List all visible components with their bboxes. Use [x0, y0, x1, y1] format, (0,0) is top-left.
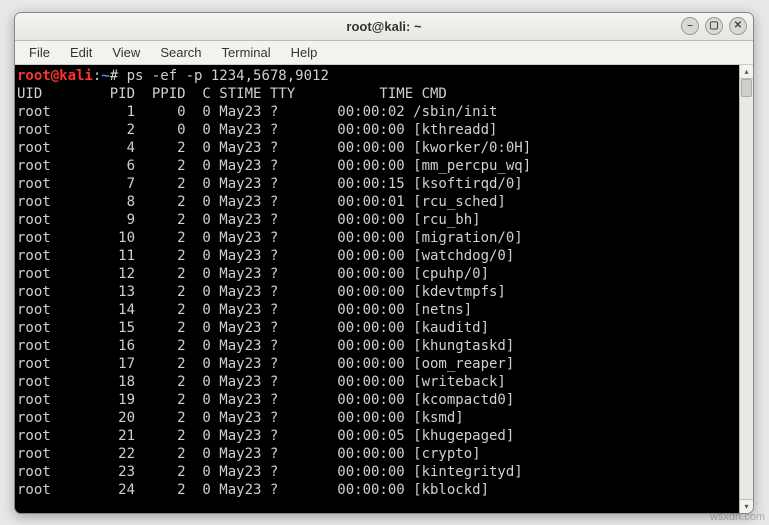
ps-row: root 18 2 0 May23 ? 00:00:00 [writeback]: [17, 373, 737, 391]
ps-row: root 19 2 0 May23 ? 00:00:00 [kcompactd0…: [17, 391, 737, 409]
terminal-output[interactable]: root@kali:~# ps -ef -p 1234,5678,9012UID…: [15, 65, 739, 513]
ps-row: root 2 0 0 May23 ? 00:00:00 [kthreadd]: [17, 121, 737, 139]
ps-row: root 6 2 0 May23 ? 00:00:00 [mm_percpu_w…: [17, 157, 737, 175]
ps-header: UID PID PPID C STIME TTY TIME CMD: [17, 85, 737, 103]
menu-file[interactable]: File: [19, 43, 60, 62]
ps-row: root 11 2 0 May23 ? 00:00:00 [watchdog/0…: [17, 247, 737, 265]
menu-edit[interactable]: Edit: [60, 43, 102, 62]
scroll-down-button[interactable]: ▾: [740, 499, 753, 513]
scroll-up-button[interactable]: ▴: [740, 65, 753, 79]
close-button[interactable]: ✕: [729, 17, 747, 35]
ps-row: root 13 2 0 May23 ? 00:00:00 [kdevtmpfs]: [17, 283, 737, 301]
window-buttons: – ▢ ✕: [681, 17, 747, 35]
ps-row: root 15 2 0 May23 ? 00:00:00 [kauditd]: [17, 319, 737, 337]
ps-row: root 12 2 0 May23 ? 00:00:00 [cpuhp/0]: [17, 265, 737, 283]
window-title: root@kali: ~: [346, 19, 421, 34]
ps-row: root 10 2 0 May23 ? 00:00:00 [migration/…: [17, 229, 737, 247]
prompt-symbol: #: [110, 68, 127, 84]
prompt-command: ps -ef -p 1234,5678,9012: [127, 68, 329, 84]
ps-row: root 16 2 0 May23 ? 00:00:00 [khungtaskd…: [17, 337, 737, 355]
ps-row: root 21 2 0 May23 ? 00:00:05 [khugepaged…: [17, 427, 737, 445]
ps-row: root 9 2 0 May23 ? 00:00:00 [rcu_bh]: [17, 211, 737, 229]
menu-view[interactable]: View: [102, 43, 150, 62]
ps-row: root 8 2 0 May23 ? 00:00:01 [rcu_sched]: [17, 193, 737, 211]
terminal-wrap: root@kali:~# ps -ef -p 1234,5678,9012UID…: [15, 65, 753, 513]
ps-row: root 20 2 0 May23 ? 00:00:00 [ksmd]: [17, 409, 737, 427]
menubar: File Edit View Search Terminal Help: [15, 41, 753, 65]
ps-row: root 17 2 0 May23 ? 00:00:00 [oom_reaper…: [17, 355, 737, 373]
prompt-user: root@kali: [17, 68, 93, 84]
ps-row: root 4 2 0 May23 ? 00:00:00 [kworker/0:0…: [17, 139, 737, 157]
prompt-line: root@kali:~# ps -ef -p 1234,5678,9012: [17, 67, 737, 85]
scroll-thumb[interactable]: [741, 79, 752, 97]
menu-search[interactable]: Search: [150, 43, 211, 62]
minimize-button[interactable]: –: [681, 17, 699, 35]
terminal-window: root@kali: ~ – ▢ ✕ File Edit View Search…: [14, 12, 754, 514]
maximize-button[interactable]: ▢: [705, 17, 723, 35]
ps-row: root 22 2 0 May23 ? 00:00:00 [crypto]: [17, 445, 737, 463]
prompt-path: ~: [101, 68, 109, 84]
menu-terminal[interactable]: Terminal: [212, 43, 281, 62]
ps-row: root 14 2 0 May23 ? 00:00:00 [netns]: [17, 301, 737, 319]
ps-row: root 1 0 0 May23 ? 00:00:02 /sbin/init: [17, 103, 737, 121]
menu-help[interactable]: Help: [281, 43, 328, 62]
scrollbar[interactable]: ▴ ▾: [739, 65, 753, 513]
ps-row: root 7 2 0 May23 ? 00:00:15 [ksoftirqd/0…: [17, 175, 737, 193]
ps-row: root 23 2 0 May23 ? 00:00:00 [kintegrity…: [17, 463, 737, 481]
titlebar[interactable]: root@kali: ~ – ▢ ✕: [15, 13, 753, 41]
ps-row: root 24 2 0 May23 ? 00:00:00 [kblockd]: [17, 481, 737, 499]
